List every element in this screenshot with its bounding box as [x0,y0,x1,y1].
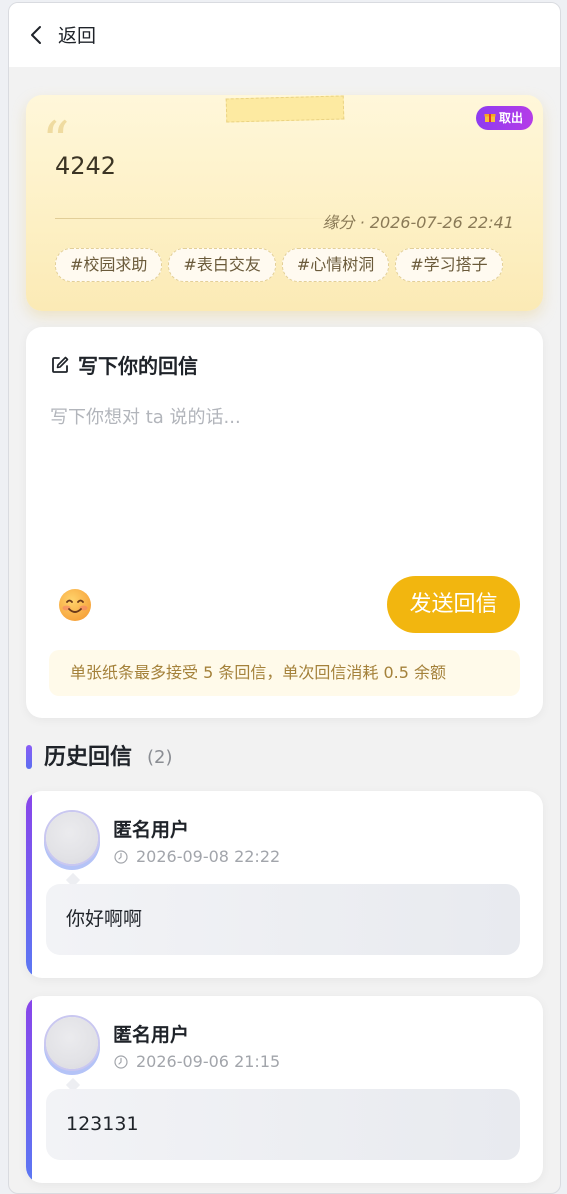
history-reply-item: 匿名用户 2026-09-08 22:22 你好啊啊 [26,791,543,978]
tape-decoration [225,95,345,123]
tag[interactable]: #心情树洞 [281,248,390,282]
reply-title: 写下你的回信 [78,354,198,378]
note-meta: 缘分 · 2026-07-26 22:41 [322,213,514,232]
history-count: (2) [147,747,173,768]
reply-time: 2026-09-06 21:15 [136,1052,281,1071]
tag[interactable]: #校园求助 [55,248,163,282]
reply-message: 123131 [46,1089,520,1160]
emoji-button[interactable] [58,588,92,622]
history-reply-item: 匿名用户 2026-09-06 21:15 123131 [26,996,543,1183]
avatar [46,812,98,864]
reply-limit-notice: 单张纸条最多接受 5 条回信，单次回信消耗 0.5 余额 [49,650,520,696]
clock-icon [114,850,128,864]
history-accent-bar [26,745,32,769]
smiling-face-icon [59,589,91,621]
tag[interactable]: #学习搭子 [395,248,503,282]
note-card: “ 取出 4242 缘分 · 2026-07-26 22:41 #校园求助 #表白… [26,95,543,311]
item-accent-bar [26,996,32,1183]
history-title: 历史回信 [44,745,133,770]
edit-icon [52,356,69,373]
avatar [46,1017,98,1069]
back-button[interactable]: 返回 [58,24,96,48]
item-accent-bar [26,791,32,978]
top-bar: 返回 [9,3,560,67]
app-screen: 返回 “ 取出 4242 缘分 · 2026-07-26 22:41 #校园求助… [8,2,561,1194]
tag[interactable]: #表白交友 [168,248,276,282]
note-divider [55,218,355,219]
chevron-left-icon[interactable] [25,23,49,47]
take-out-label: 取出 [498,111,523,125]
reply-input[interactable] [50,405,520,555]
gift-icon [484,114,496,122]
note-tags: #校园求助 #表白交友 #心情树洞 #学习搭子 [55,248,509,282]
take-out-badge[interactable]: 取出 [475,106,533,130]
note-content: 4242 [55,152,117,180]
send-reply-button[interactable]: 发送回信 [387,576,520,633]
reply-time: 2026-09-08 22:22 [136,847,281,866]
reply-user-name: 匿名用户 [113,1024,190,1046]
reply-user-name: 匿名用户 [113,819,190,841]
reply-message: 你好啊啊 [46,884,520,955]
reply-card: 写下你的回信 发送回信 单张纸条最多接受 5 条回信，单次回信消耗 0.5 余额 [26,327,543,718]
clock-icon [114,1055,128,1069]
